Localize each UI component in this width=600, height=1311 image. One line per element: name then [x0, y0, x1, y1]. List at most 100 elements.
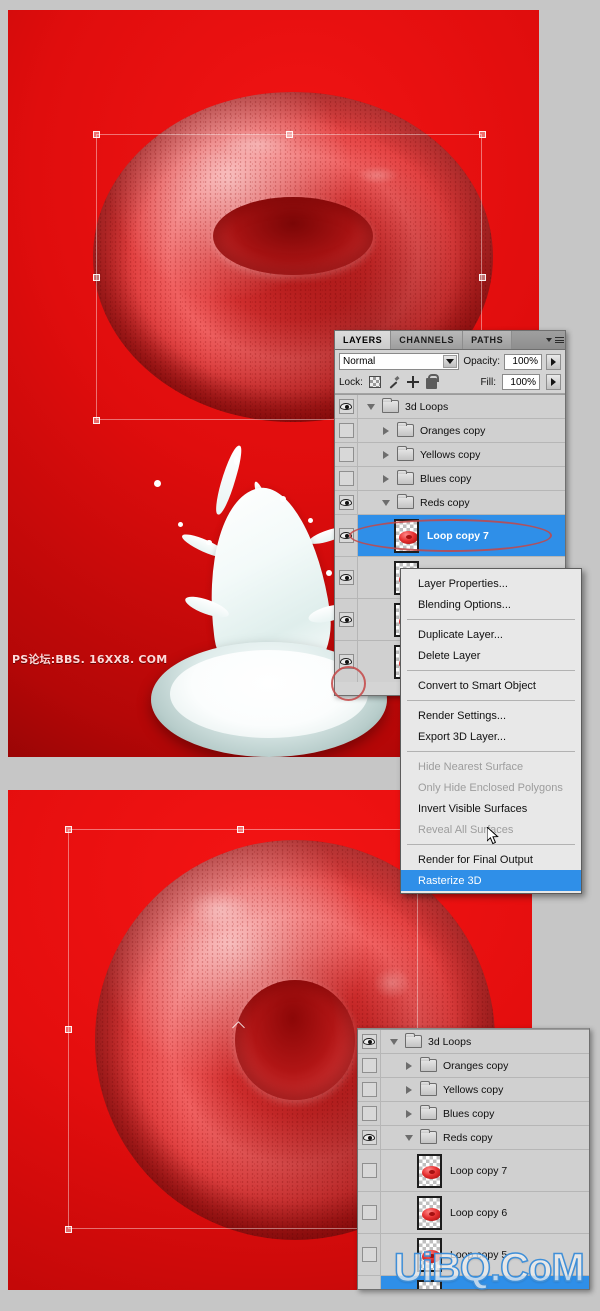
layer-visibility-toggle[interactable]	[358, 1054, 381, 1077]
layer-visibility-toggle[interactable]	[335, 395, 358, 418]
layer-thumbnail[interactable]	[394, 518, 419, 553]
layers-list-bottom[interactable]: 3d Loops Oranges copy Yellows copy Blues co…	[358, 1029, 589, 1289]
group-expand-toggle[interactable]	[379, 426, 393, 435]
table-row[interactable]	[358, 1276, 589, 1289]
layer-visibility-toggle[interactable]	[358, 1276, 381, 1289]
group-expand-toggle[interactable]	[379, 474, 393, 483]
tab-channels[interactable]: CHANNELS	[391, 331, 464, 349]
opacity-stepper[interactable]	[546, 353, 561, 370]
transform-handle-bl[interactable]	[93, 417, 100, 424]
group-collapse-toggle[interactable]	[379, 499, 393, 506]
table-row[interactable]: Loop copy 6	[358, 1192, 589, 1234]
menu-item[interactable]: Duplicate Layer...	[401, 624, 581, 645]
table-row[interactable]: Loop copy 5	[358, 1234, 589, 1276]
table-row[interactable]: Loop copy 7	[358, 1150, 589, 1192]
menu-item[interactable]: Rasterize 3D	[401, 870, 581, 891]
table-row[interactable]: Reds copy	[358, 1126, 589, 1150]
menu-separator	[407, 670, 575, 671]
transform-handle-ml[interactable]	[93, 274, 100, 281]
layer-visibility-toggle[interactable]	[335, 443, 358, 466]
menu-item[interactable]: Render Settings...	[401, 705, 581, 726]
menu-item[interactable]: Delete Layer	[401, 645, 581, 666]
table-row[interactable]: Blues copy	[335, 467, 565, 491]
layer-visibility-toggle[interactable]	[335, 641, 358, 682]
visibility-checkbox	[338, 447, 354, 462]
layer-thumbnail[interactable]	[417, 1279, 442, 1289]
lock-position-icon[interactable]	[406, 376, 419, 388]
group-collapse-toggle[interactable]	[364, 403, 378, 410]
blend-mode-select[interactable]: Normal	[339, 353, 460, 370]
lock-all-icon[interactable]	[425, 373, 439, 389]
blend-mode-dropdown-arrow[interactable]	[443, 355, 458, 368]
table-row[interactable]: Loop copy 7	[335, 515, 565, 557]
lock-transparent-pixels-icon[interactable]	[368, 376, 381, 388]
menu-item: Reveal All Surfaces	[418, 823, 514, 836]
layer-thumbnail[interactable]	[417, 1153, 442, 1188]
lock-image-pixels-icon[interactable]	[388, 376, 400, 388]
tab-layers[interactable]: LAYERS	[335, 331, 392, 349]
transform-handle-ml-2[interactable]	[65, 1026, 72, 1033]
layer-context-menu[interactable]: Layer Properties... Blending Options... Du…	[400, 568, 582, 894]
menu-item[interactable]: Invert Visible Surfaces	[401, 798, 581, 819]
layer-visibility-toggle[interactable]	[335, 491, 358, 514]
transform-handle-tc[interactable]	[286, 131, 293, 138]
layer-name-label: Blues copy	[443, 1107, 495, 1120]
table-row[interactable]: Blues copy	[358, 1102, 589, 1126]
chevron-right-icon	[383, 426, 389, 435]
group-expand-toggle[interactable]	[379, 450, 393, 459]
menu-item[interactable]: Export 3D Layer...	[401, 726, 581, 747]
menu-item[interactable]: Layer Properties...	[401, 573, 581, 594]
menu-item[interactable]: Convert to Smart Object	[401, 675, 581, 696]
transform-handle-tl[interactable]	[93, 131, 100, 138]
panel-tabbar[interactable]: LAYERS CHANNELS PATHS	[335, 331, 565, 350]
group-expand-toggle[interactable]	[402, 1085, 416, 1094]
layer-visibility-toggle[interactable]	[335, 599, 358, 640]
group-collapse-toggle[interactable]	[387, 1038, 401, 1045]
layer-visibility-toggle[interactable]	[358, 1126, 381, 1149]
visibility-checkbox	[338, 612, 354, 627]
fill-value[interactable]: 100%	[502, 374, 540, 390]
layer-visibility-toggle[interactable]	[335, 419, 358, 442]
table-row[interactable]: Yellows copy	[335, 443, 565, 467]
layer-visibility-toggle[interactable]	[358, 1078, 381, 1101]
blend-mode-row[interactable]: Normal Opacity: 100%	[335, 350, 565, 372]
transform-handle-tl-2[interactable]	[65, 826, 72, 833]
lock-icon-group[interactable]	[368, 373, 439, 389]
fill-stepper[interactable]	[546, 374, 561, 390]
layers-panel-bottom[interactable]: 3d Loops Oranges copy Yellows copy Blues co…	[357, 1028, 590, 1290]
menu-item[interactable]: Render for Final Output	[401, 849, 581, 870]
layer-visibility-toggle[interactable]	[335, 467, 358, 490]
layer-visibility-toggle[interactable]	[358, 1234, 381, 1275]
transform-handle-bl-2[interactable]	[65, 1226, 72, 1233]
layer-visibility-toggle[interactable]	[358, 1150, 381, 1191]
layer-visibility-toggle[interactable]	[358, 1102, 381, 1125]
milk-drop	[206, 540, 212, 545]
table-row[interactable]: Reds copy	[335, 491, 565, 515]
layer-visibility-toggle[interactable]	[335, 557, 358, 598]
table-row[interactable]: 3d Loops	[335, 395, 565, 419]
transform-handle-tr[interactable]	[479, 131, 486, 138]
tab-paths[interactable]: PATHS	[463, 331, 513, 349]
group-expand-toggle[interactable]	[402, 1061, 416, 1070]
layer-visibility-toggle[interactable]	[358, 1030, 381, 1053]
transform-handle-mr[interactable]	[479, 274, 486, 281]
tabbar-spacer	[512, 331, 545, 349]
table-row[interactable]: Oranges copy	[335, 419, 565, 443]
layer-thumbnail[interactable]	[417, 1237, 442, 1272]
group-expand-toggle[interactable]	[402, 1109, 416, 1118]
hamburger-icon	[555, 336, 564, 345]
panel-menu-icon[interactable]	[545, 331, 565, 349]
layer-visibility-toggle[interactable]	[335, 515, 358, 556]
opacity-value[interactable]: 100%	[504, 353, 542, 370]
table-row[interactable]: Oranges copy	[358, 1054, 589, 1078]
layer-name-label: Oranges copy	[443, 1059, 509, 1072]
menu-item[interactable]: Blending Options...	[401, 594, 581, 615]
table-row[interactable]: 3d Loops	[358, 1030, 589, 1054]
layer-thumbnail[interactable]	[417, 1195, 442, 1230]
group-collapse-toggle[interactable]	[402, 1134, 416, 1141]
layer-visibility-toggle[interactable]	[358, 1192, 381, 1233]
lock-row[interactable]: Lock: Fill: 100%	[335, 372, 565, 394]
table-row[interactable]: Yellows copy	[358, 1078, 589, 1102]
transform-handle-tc-2[interactable]	[237, 826, 244, 833]
layer-name-label: Loop copy 6	[450, 1206, 508, 1219]
